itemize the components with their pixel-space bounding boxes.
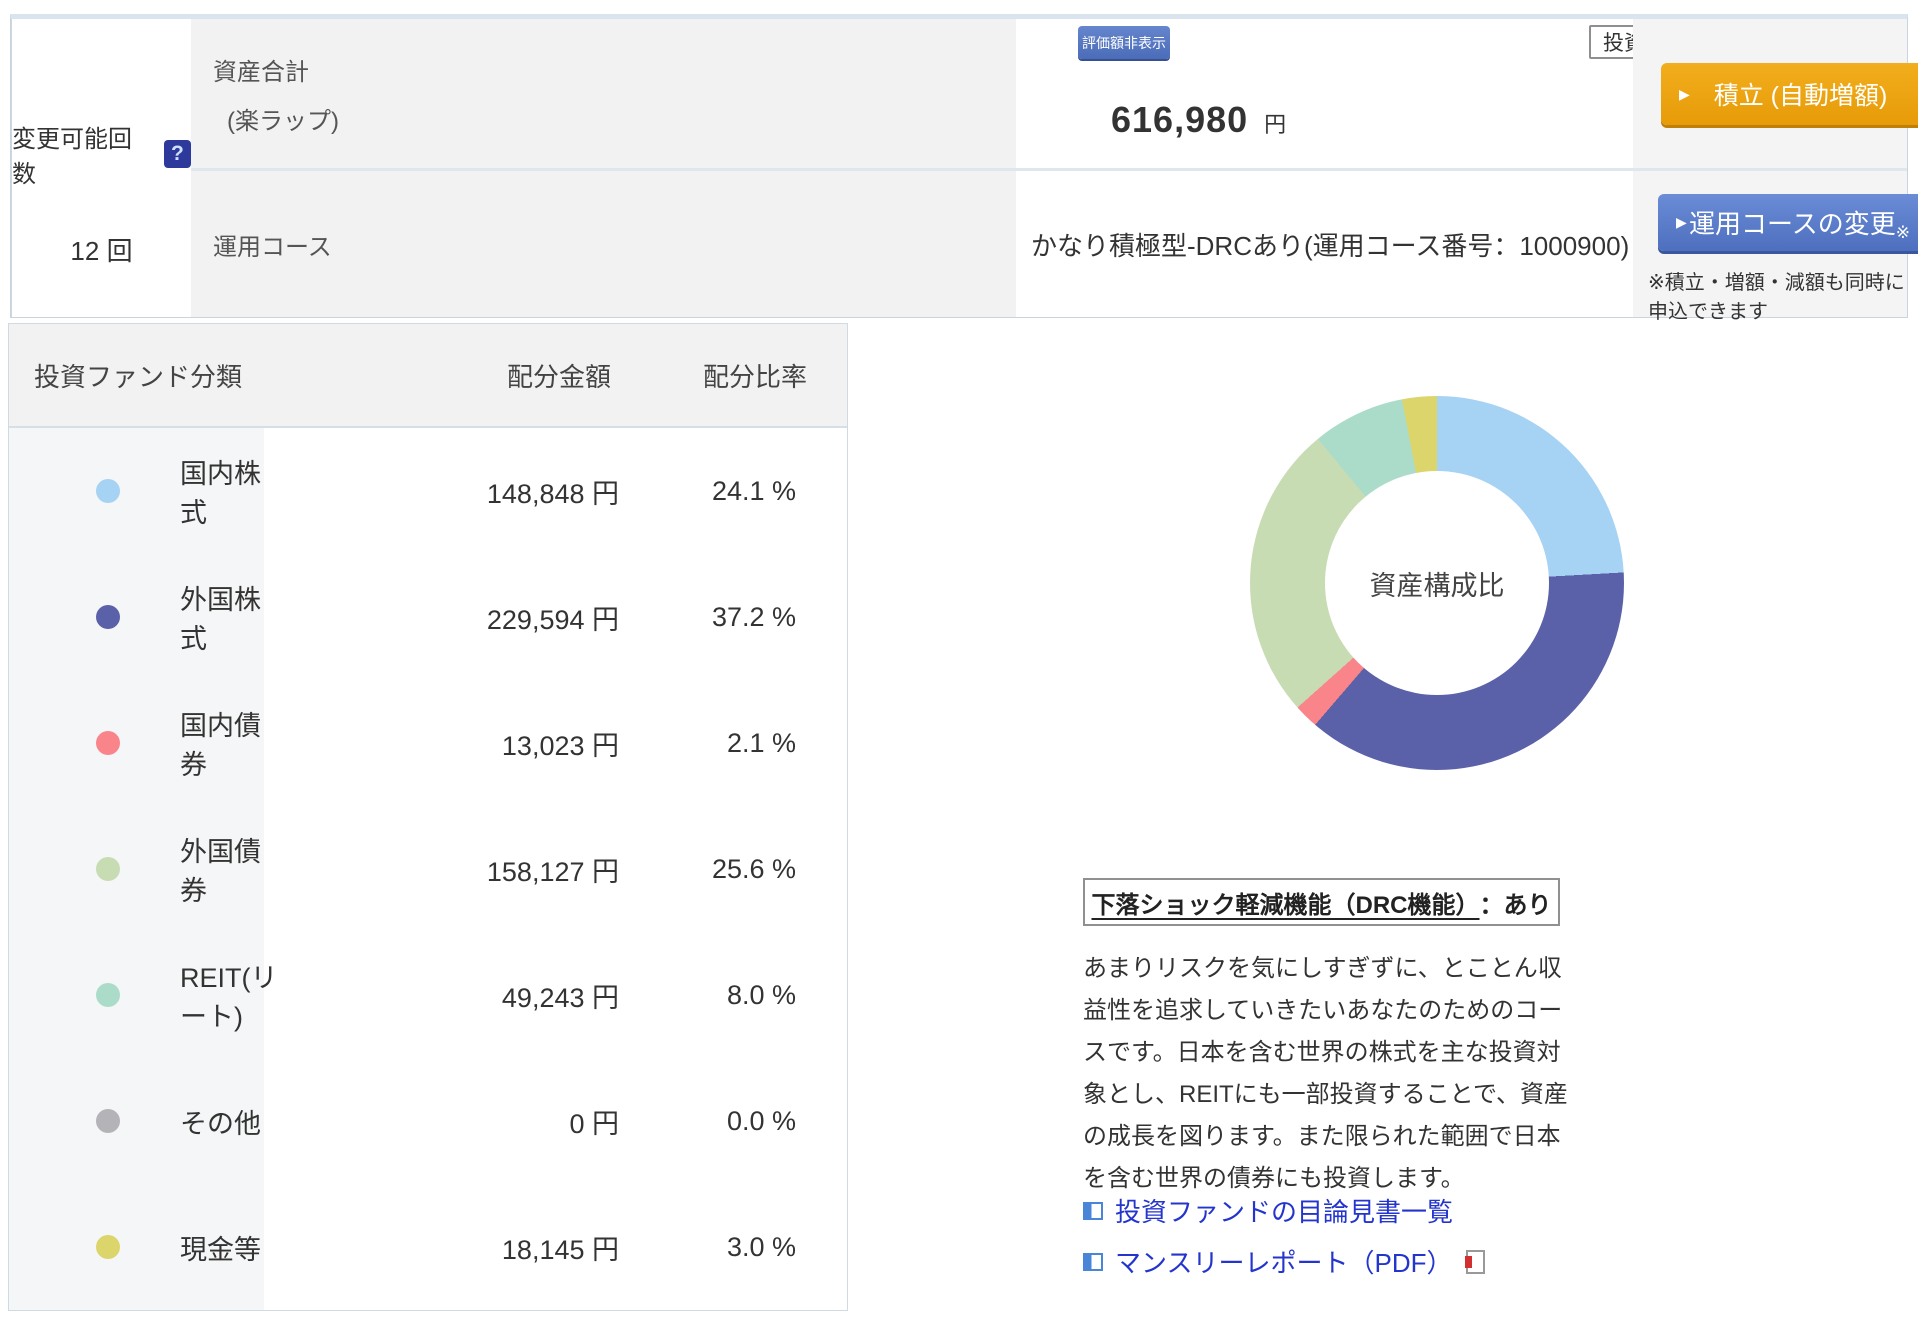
- tsumitate-button-label: 積立 (自動増額): [1713, 82, 1888, 110]
- document-link-label[interactable]: 投資ファンドの目論見書一覧: [1115, 1192, 1453, 1229]
- donut-center-label: 資産構成比: [1369, 570, 1505, 601]
- category-label: 外国株式: [180, 585, 261, 654]
- category-cell: 現金等: [9, 1184, 264, 1310]
- action-panel-top: ▶ 積立 (自動増額) ▶ 増額・減額: [1633, 19, 1918, 171]
- external-window-icon: [1083, 1252, 1103, 1271]
- category-label: 国内株式: [180, 459, 261, 528]
- category-label: 国内債券: [180, 711, 261, 780]
- table-row: 外国債券 158,127 円 25.6 %: [9, 806, 847, 932]
- category-cell: REIT(リート): [9, 932, 278, 1058]
- page: 資産合計 (楽ラップ) 評価額非表示 616,980 円 投資来損益 ? +76…: [0, 0, 1918, 1318]
- fund-table-body: 国内株式 148,848 円 24.1 % 外国株式 229,594 円 37.2 % 国内…: [9, 428, 847, 1310]
- category-bullet-icon: [96, 1235, 120, 1259]
- table-row: 国内株式 148,848 円 24.1 %: [9, 428, 847, 554]
- summary-box: 資産合計 (楽ラップ) 評価額非表示 616,980 円 投資来損益 ? +76…: [10, 14, 1918, 323]
- category-cell: 国内株式: [9, 428, 264, 554]
- ratio-cell: 37.2 %: [711, 601, 796, 632]
- table-header-amount: 配分金額: [506, 361, 611, 392]
- table-row: 外国株式 229,594 円 37.2 %: [9, 554, 847, 680]
- table-row: 現金等 18,145 円 3.0 %: [9, 1184, 847, 1310]
- simultaneous-apply-note: ※積立・増額・減額も同時に申込できます: [1648, 272, 1905, 323]
- category-bullet-icon: [96, 857, 120, 881]
- document-link[interactable]: 投資ファンドの目論見書一覧: [1083, 1192, 1485, 1229]
- ratio-cell: 0.0 %: [726, 1105, 796, 1136]
- category-label: REIT(リート): [180, 963, 278, 1032]
- category-bullet-icon: [96, 731, 120, 755]
- amount-cell: 229,594 円: [486, 604, 619, 635]
- category-cell: 外国株式: [9, 554, 264, 680]
- arrow-right-icon: ▶: [1679, 85, 1690, 102]
- amount-cell: 158,127 円: [486, 856, 619, 887]
- table-header-row: 投資ファンド分類 配分金額 配分比率: [9, 324, 847, 428]
- asset-composition-donut-chart: 資産構成比: [1250, 396, 1624, 770]
- donut-hole: 資産構成比: [1325, 471, 1549, 695]
- drc-feature-status: ：あり: [1479, 891, 1552, 919]
- category-bullet-icon: [96, 983, 120, 1007]
- course-description: あまりリスクを気にしすぎずに、とことん収益性を追求していきたいあなたのためのコー…: [1083, 955, 1568, 1192]
- course-value-cell: かなり積極型-DRCあり(運用コース番号：1000900): [1016, 171, 1633, 317]
- amount-cell: 148,848 円: [486, 478, 619, 509]
- course-label: 運用コース: [213, 233, 332, 261]
- document-link-label[interactable]: マンスリーレポート（PDF）: [1115, 1243, 1452, 1280]
- category-label: 外国債券: [180, 837, 261, 906]
- table-row: 国内債券 13,023 円 2.1 %: [9, 680, 847, 806]
- document-link[interactable]: マンスリーレポート（PDF）: [1083, 1243, 1486, 1280]
- total-amount-unit: 円: [1264, 112, 1287, 137]
- ratio-cell: 24.1 %: [711, 475, 796, 506]
- asset-total-label-line1: 資産合計: [213, 58, 309, 86]
- category-label: 現金等: [180, 1234, 261, 1265]
- course-change-button-mark: ※: [1895, 223, 1910, 242]
- asset-total-cell: 評価額非表示 616,980 円 投資来損益 ? +76,980 円: [1016, 19, 1829, 171]
- ratio-cell: 3.0 %: [726, 1231, 796, 1262]
- category-cell: 外国債券: [9, 806, 264, 932]
- asset-total-label: 資産合計 (楽ラップ): [191, 19, 1016, 171]
- hide-valuation-button[interactable]: 評価額非表示: [1078, 26, 1170, 59]
- ratio-cell: 2.1 %: [726, 727, 796, 758]
- tsumitate-button[interactable]: ▶ 積立 (自動増額): [1661, 63, 1918, 125]
- total-amount-value: 616,980: [1111, 99, 1249, 140]
- asset-total-label-line2: (楽ラップ): [227, 107, 339, 135]
- course-change-button[interactable]: ▶ 運用コースの変更 ※: [1658, 194, 1918, 251]
- amount-cell: 49,243 円: [501, 982, 619, 1013]
- amount-cell: 0 円: [569, 1108, 619, 1139]
- change-limit-help-icon[interactable]: ?: [163, 140, 191, 168]
- category-bullet-icon: [96, 1109, 120, 1133]
- table-header-ratio: 配分比率: [702, 361, 807, 392]
- category-cell: 国内債券: [9, 680, 264, 806]
- category-cell: その他: [9, 1058, 264, 1184]
- document-links: 投資ファンドの目論見書一覧 マンスリーレポート（PDF）: [1083, 1192, 1486, 1280]
- category-bullet-icon: [96, 605, 120, 629]
- category-bullet-icon: [96, 479, 120, 503]
- course-value: かなり積極型-DRCあり(運用コース番号：1000900): [1031, 230, 1630, 261]
- ratio-cell: 8.0 %: [726, 979, 796, 1010]
- arrow-right-icon: ▶: [1676, 214, 1687, 230]
- amount-cell: 13,023 円: [501, 730, 619, 761]
- change-limit-value: 12 回: [70, 236, 133, 266]
- amount-cell: 18,145 円: [501, 1234, 619, 1265]
- course-label-cell: 運用コース: [191, 171, 1016, 317]
- total-amount: 616,980 円: [1111, 99, 1286, 141]
- drc-feature-box: 下落ショック軽減機能（DRC機能） ：あり: [1083, 878, 1560, 926]
- course-change-button-label: 運用コースの変更: [1689, 209, 1896, 239]
- change-limit-label: 変更可能回数: [12, 126, 132, 188]
- action-panel-bottom: ▶ 運用コースの変更 ※ ▶ 再診断 ※積立・増額・減額も同時に申込できます: [1633, 171, 1918, 323]
- change-limit-panel: 変更可能回数 ? 12 回: [11, 19, 191, 317]
- fund-allocation-table: 投資ファンド分類 配分金額 配分比率 国内株式 148,848 円 24.1 % 外国…: [8, 323, 848, 1311]
- ratio-cell: 25.6 %: [711, 853, 796, 884]
- external-window-icon: [1083, 1201, 1103, 1220]
- drc-feature-title: 下落ショック軽減機能（DRC機能）: [1091, 891, 1480, 919]
- table-row: その他 0 円 0.0 %: [9, 1058, 847, 1184]
- pdf-file-icon[interactable]: [1465, 1249, 1486, 1274]
- table-header-category: 投資ファンド分類: [34, 361, 243, 392]
- category-label: その他: [180, 1108, 261, 1139]
- table-row: REIT(リート) 49,243 円 8.0 %: [9, 932, 847, 1058]
